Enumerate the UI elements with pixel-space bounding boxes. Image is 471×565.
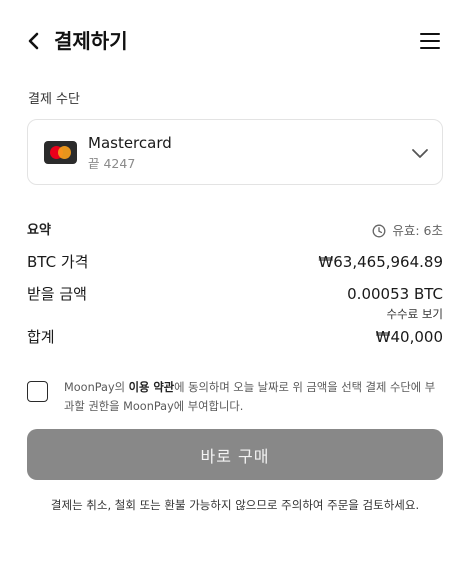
btc-price-row: BTC 가격 ₩63,465,964.89 <box>27 251 443 275</box>
chevron-down-icon <box>412 149 428 158</box>
clock-icon <box>372 224 386 238</box>
total-value: ₩40,000 <box>375 328 443 346</box>
total-label: 합계 <box>27 328 55 346</box>
timer-text: 유효: 6초 <box>392 223 443 238</box>
card-brand: Mastercard <box>88 134 172 152</box>
receive-amount-value: 0.00053 BTC <box>347 285 443 303</box>
refund-notice: 결제는 취소, 철회 또는 환불 가능하지 않으므로 주의하여 주문을 검토하세… <box>50 498 420 512</box>
consent-checkbox[interactable] <box>27 381 48 402</box>
payment-method-selector[interactable]: Mastercard 끝 4247 <box>27 119 443 185</box>
fee-row: 수수료 보기 <box>27 306 443 324</box>
payment-method-label: 결제 수단 <box>28 92 80 107</box>
summary-header: 요약 유효: 6초 <box>27 222 443 242</box>
header: 결제하기 <box>0 0 471 80</box>
btc-price-label: BTC 가격 <box>27 253 89 271</box>
hamburger-menu-icon <box>420 33 440 36</box>
consent-section: MoonPay의 이용 약관에 동의하며 오늘 날짜로 위 금액을 선택 결제 … <box>27 378 443 418</box>
buy-now-button[interactable]: 바로 구매 <box>27 429 443 480</box>
receive-amount-row: 받을 금액 0.00053 BTC <box>27 283 443 307</box>
total-row: 합계 ₩40,000 <box>27 326 443 350</box>
receive-amount-label: 받을 금액 <box>27 285 87 303</box>
mastercard-logo-icon <box>44 141 77 164</box>
view-fees-link[interactable]: 수수료 보기 <box>386 306 443 322</box>
chevron-left-icon <box>28 32 39 50</box>
terms-link[interactable]: 이용 약관 <box>129 381 175 394</box>
page-title: 결제하기 <box>54 29 128 53</box>
card-last4: 끝 4247 <box>88 156 136 171</box>
btc-price-value: ₩63,465,964.89 <box>318 253 443 271</box>
quote-timer: 유효: 6초 <box>372 222 443 240</box>
summary-label: 요약 <box>27 223 51 238</box>
menu-button[interactable] <box>418 30 444 52</box>
back-button[interactable] <box>22 28 44 54</box>
consent-text: MoonPay의 이용 약관에 동의하며 오늘 날짜로 위 금액을 선택 결제 … <box>64 381 436 413</box>
